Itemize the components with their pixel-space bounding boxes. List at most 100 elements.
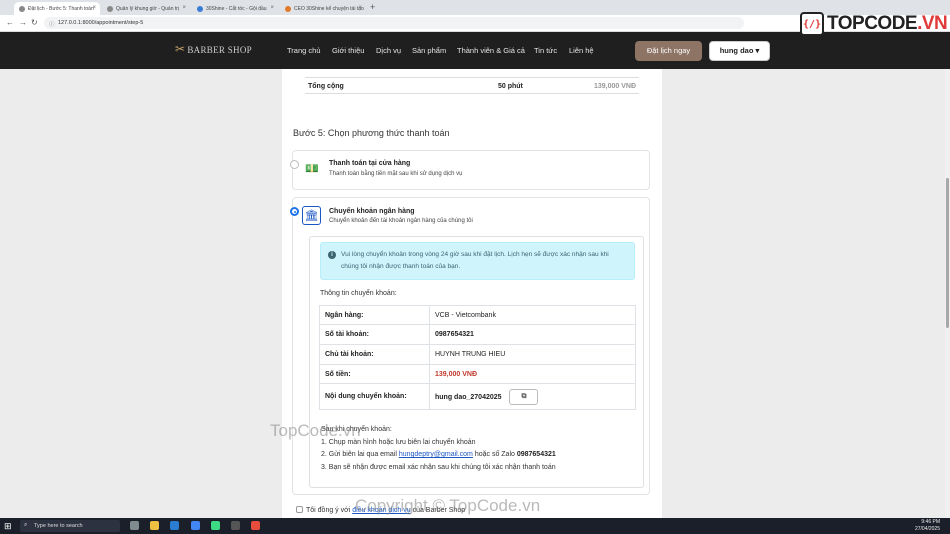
- task-view-icon[interactable]: [130, 521, 139, 530]
- terms-checkbox[interactable]: [296, 506, 303, 513]
- info-alert: i Vui lòng chuyển khoản trong vòng 24 gi…: [320, 242, 635, 280]
- nav-item-about[interactable]: Giới thiệu: [332, 46, 364, 55]
- topcode-logo-text: TOPCODE.VN: [827, 13, 948, 34]
- option-desc: Thanh toán bằng tiền mặt sau khi sử dụng…: [329, 171, 463, 177]
- info-circle-icon: i: [328, 251, 336, 259]
- search-icon: ⌕: [24, 522, 28, 528]
- clock-date: 27/04/2025: [914, 526, 940, 532]
- close-icon[interactable]: ×: [270, 5, 274, 11]
- code-brackets-icon: {/}: [800, 12, 824, 36]
- url-text: 127.0.0.1:8000/appointment/step-5: [58, 20, 144, 26]
- amount: 139,000 VNĐ: [429, 364, 636, 384]
- chrome-icon[interactable]: [190, 521, 200, 530]
- summary-total-row: Tổng cộng 50 phút 139,000 VNĐ: [305, 77, 639, 94]
- copy-button[interactable]: ⧉: [509, 388, 539, 405]
- browser-tab[interactable]: 30Shine - Cắt tóc - Gội đầu ×: [192, 2, 278, 15]
- radio-cash[interactable]: [290, 160, 299, 169]
- caret-down-icon: ▾: [755, 46, 760, 55]
- document-icon: [197, 6, 203, 12]
- brand-name: BARBER SHOP: [187, 45, 252, 55]
- app-icon[interactable]: [210, 521, 220, 530]
- nav-item-contact[interactable]: Liên hệ: [569, 46, 594, 55]
- account-holder: HUYNH TRUNG HIEU: [429, 344, 636, 365]
- taskbar-clock[interactable]: 9:46 PM 27/04/2025: [915, 519, 940, 533]
- info-icon: ⓘ: [49, 22, 55, 28]
- file-explorer-icon[interactable]: [150, 521, 160, 530]
- browser-tab[interactable]: Quản lý khung giờ - Quản trị ×: [102, 2, 190, 15]
- watermark-text: TopCode.vn: [270, 421, 361, 440]
- table-row: Chủ tài khoản: HUYNH TRUNG HIEU: [319, 344, 636, 365]
- bank-info-table: Ngân hàng: VCB - Vietcombank Số tài khoả…: [319, 305, 636, 410]
- agree-text: Tôi đồng ý với: [306, 507, 353, 514]
- nav-item-products[interactable]: Sản phẩm: [412, 46, 446, 55]
- taskbar-apps: [130, 521, 269, 532]
- row-key: Chủ tài khoản:: [319, 344, 430, 365]
- new-tab-button[interactable]: +: [370, 2, 375, 12]
- account-number: 0987654321: [429, 324, 636, 345]
- windows-start-icon[interactable]: ⊞: [4, 521, 12, 532]
- total-duration: 50 phút: [498, 83, 523, 90]
- row-key: Ngân hàng:: [319, 305, 430, 325]
- news-icon: [285, 6, 291, 12]
- row-key: Số tiền:: [319, 364, 430, 384]
- clock-time: 9:46 PM: [921, 519, 940, 525]
- transfer-content-cell: hung dao_27042025 ⧉: [429, 383, 636, 410]
- reload-icon[interactable]: ↻: [31, 18, 38, 27]
- nav-item-membership[interactable]: Thành viên & Giá cả: [457, 46, 525, 55]
- nav-item-news[interactable]: Tin tức: [534, 46, 557, 55]
- search-placeholder: Type here to search: [34, 523, 83, 529]
- tab-label: Quản lý khung giờ - Quản trị: [116, 6, 180, 12]
- watermark-copyright: Copyright © TopCode.vn: [355, 496, 541, 515]
- radio-bank[interactable]: [290, 207, 299, 216]
- browser-tab-active[interactable]: Đặt lịch - Bước 5: Thanh toán ×: [14, 2, 100, 15]
- transfer-info-label: Thông tin chuyển khoản:: [320, 290, 397, 297]
- topcode-logo: {/} TOPCODE.VN: [800, 10, 948, 38]
- table-row: Ngân hàng: VCB - Vietcombank: [319, 305, 636, 325]
- instruction-item: 3. Bạn sẽ nhận được email xác nhận sau k…: [321, 463, 556, 471]
- close-icon[interactable]: ×: [92, 5, 96, 11]
- close-icon[interactable]: ×: [358, 5, 362, 11]
- scissors-icon: ✂: [175, 42, 186, 56]
- user-name: hung dao: [719, 46, 754, 55]
- back-arrow-icon[interactable]: ←: [6, 18, 14, 27]
- book-now-button[interactable]: Đặt lịch ngay: [635, 41, 702, 61]
- instruction-text: hoặc số Zalo: [472, 451, 517, 458]
- money-icon: 💵: [305, 163, 319, 175]
- scrollbar-thumb[interactable]: [946, 178, 949, 328]
- email-link[interactable]: hungdeptry@gmail.com: [399, 451, 473, 458]
- tab-label: CEO 30Shine kể chuyện tái tạo: [294, 6, 364, 12]
- table-row: Số tiền: 139,000 VNĐ: [319, 364, 636, 384]
- globe-icon: [19, 6, 25, 12]
- taskbar-search[interactable]: ⌕ Type here to search: [20, 520, 120, 532]
- row-key: Nội dung chuyển khoản:: [319, 383, 430, 410]
- tab-label: 30Shine - Cắt tóc - Gội đầu: [206, 6, 267, 12]
- browser-tab[interactable]: CEO 30Shine kể chuyện tái tạo ×: [280, 2, 366, 15]
- step-title: Bước 5: Chọn phương thức thanh toán: [293, 128, 450, 138]
- vscode-icon[interactable]: [170, 521, 180, 530]
- bank-icon: 🏛: [302, 206, 321, 225]
- copy-icon: ⧉: [521, 392, 527, 400]
- instruction-item: 2. Gửi biên lai qua email hungdeptry@gma…: [321, 449, 556, 462]
- nav-item-home[interactable]: Trang chủ: [287, 46, 321, 55]
- tab-label: Đặt lịch - Bước 5: Thanh toán: [28, 6, 94, 12]
- close-icon[interactable]: ×: [182, 5, 186, 11]
- row-key: Số tài khoản:: [319, 324, 430, 345]
- zalo-phone: 0987654321: [516, 451, 556, 458]
- url-input[interactable]: ⓘ 127.0.0.1:8000/appointment/step-5: [44, 17, 744, 29]
- option-title: Chuyển khoản ngân hàng: [329, 208, 415, 215]
- forward-arrow-icon[interactable]: →: [19, 18, 27, 27]
- user-menu-button[interactable]: hung dao ▾: [709, 41, 770, 61]
- terminal-icon[interactable]: [231, 521, 241, 530]
- table-row: Nội dung chuyển khoản: hung dao_27042025…: [319, 383, 636, 410]
- app-icon[interactable]: [251, 521, 261, 530]
- os-taskbar: ⊞ ⌕ Type here to search 9:46 PM 27/04/20…: [0, 518, 950, 534]
- nav-item-services[interactable]: Dịch vụ: [376, 46, 401, 55]
- option-desc: Chuyển khoản đến tài khoản ngân hàng của…: [329, 218, 473, 224]
- brand-logo[interactable]: ✂ BARBER SHOP: [175, 42, 252, 57]
- row-value: VCB - Vietcombank: [429, 305, 636, 325]
- transfer-content: hung dao_27042025: [435, 393, 502, 401]
- page-scrollbar[interactable]: [945, 69, 950, 518]
- instruction-text: 2. Gửi biên lai qua email: [321, 451, 399, 458]
- payment-option-cash[interactable]: 💵 Thanh toán tại cửa hàng Thanh toán bằn…: [290, 150, 650, 190]
- option-title: Thanh toán tại cửa hàng: [329, 160, 411, 167]
